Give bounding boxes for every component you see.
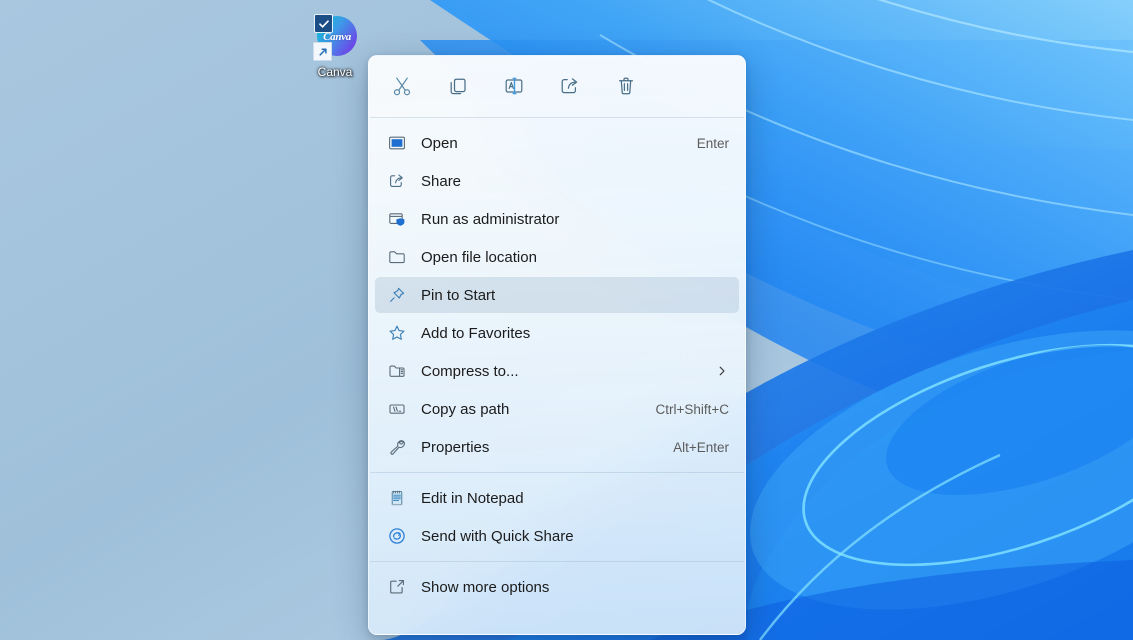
menu-item-accelerator: Alt+Enter [673,439,729,455]
share-icon [559,75,581,97]
menu-item-pin-to-start[interactable]: Pin to Start [375,277,739,313]
context-menu-group-apps: Edit in Notepad Send with Quick Share [369,474,745,560]
menu-item-compress-to[interactable]: Compress to... [375,353,739,389]
rename-icon [503,75,525,97]
menu-item-label: Copy as path [421,400,510,418]
share-icon [387,171,407,191]
menu-item-label: Show more options [421,578,550,596]
share-button[interactable] [551,68,589,104]
menu-item-show-more-options[interactable]: Show more options [375,569,739,605]
context-menu-command-bar[interactable] [369,56,745,116]
wrench-icon [387,437,407,457]
desktop-icon-canva[interactable]: Canva Canva [297,14,373,79]
shield-window-icon [387,209,407,229]
menu-item-label: Compress to... [421,362,519,380]
canva-app-icon: Canva [311,14,359,62]
delete-button[interactable] [607,68,645,104]
menu-item-run-as-administrator[interactable]: Run as administrator [375,201,739,237]
menu-item-label: Properties [421,438,490,456]
chevron-right-icon [715,365,729,377]
cut-button[interactable] [383,68,421,104]
menu-separator [370,117,744,118]
menu-item-add-to-favorites[interactable]: Add to Favorites [375,315,739,351]
copy-icon [447,75,469,97]
menu-item-accelerator: Enter [696,135,729,151]
scissors-icon [391,75,413,97]
pin-icon [387,285,407,305]
menu-item-share[interactable]: Share [375,163,739,199]
folder-icon [387,247,407,267]
menu-item-label: Run as administrator [421,210,560,228]
copy-button[interactable] [439,68,477,104]
menu-separator [370,561,744,562]
copy-path-icon [387,399,407,419]
menu-item-open[interactable]: Open Enter [375,125,739,161]
menu-item-label: Add to Favorites [421,324,531,342]
menu-item-label: Edit in Notepad [421,489,524,507]
selection-check-icon [314,14,333,33]
menu-item-label: Share [421,172,462,190]
context-menu[interactable]: Open Enter Share Run as administrator Op… [368,55,746,635]
menu-item-copy-as-path[interactable]: Copy as path Ctrl+Shift+C [375,391,739,427]
trash-icon [615,75,637,97]
desktop[interactable]: Canva Canva Open Enter Share Run as admi… [0,0,1133,640]
quick-share-icon [387,526,407,546]
shortcut-arrow-icon [313,42,332,61]
menu-item-accelerator: Ctrl+Shift+C [655,401,729,417]
context-menu-group-primary: Open Enter Share Run as administrator Op… [369,119,745,471]
open-window-icon [387,133,407,153]
menu-item-send-with-quick-share[interactable]: Send with Quick Share [375,518,739,554]
menu-item-properties[interactable]: Properties Alt+Enter [375,429,739,465]
compress-folder-icon [387,361,407,381]
menu-separator [370,472,744,473]
menu-item-open-file-location[interactable]: Open file location [375,239,739,275]
menu-item-label: Pin to Start [421,286,496,304]
menu-item-edit-in-notepad[interactable]: Edit in Notepad [375,480,739,516]
notepad-icon [387,488,407,508]
expand-icon [387,577,407,597]
star-icon [387,323,407,343]
context-menu-group-more: Show more options [369,563,745,611]
desktop-icon-label: Canva [317,65,353,79]
rename-button[interactable] [495,68,533,104]
menu-item-label: Send with Quick Share [421,527,574,545]
menu-item-label: Open file location [421,248,537,266]
menu-item-label: Open [421,134,458,152]
